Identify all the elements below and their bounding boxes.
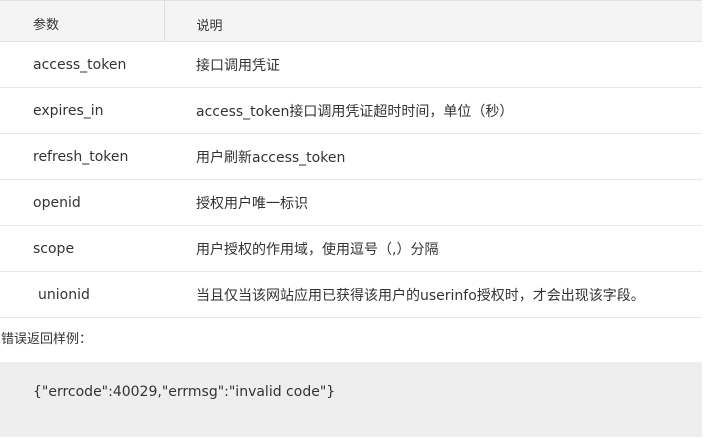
param-name: unionid	[0, 271, 164, 318]
param-desc: 用户刷新access_token	[164, 133, 702, 180]
param-name: access_token	[0, 41, 164, 88]
document: 参数 说明 access_token 接口调用凭证 expires_in acc…	[0, 0, 705, 439]
table-row: scope 用户授权的作用域，使用逗号（,）分隔	[0, 225, 702, 272]
param-desc: 当且仅当该网站应用已获得该用户的userinfo授权时，才会出现该字段。	[164, 271, 702, 318]
table-row: refresh_token 用户刷新access_token	[0, 133, 702, 180]
table-row: unionid 当且仅当该网站应用已获得该用户的userinfo授权时，才会出现…	[0, 271, 702, 318]
table-row: openid 授权用户唯一标识	[0, 179, 702, 226]
param-name: expires_in	[0, 87, 164, 134]
column-header-desc: 说明	[164, 0, 702, 42]
param-desc: access_token接口调用凭证超时时间，单位（秒）	[164, 87, 702, 134]
param-name: refresh_token	[0, 133, 164, 180]
param-name: openid	[0, 179, 164, 226]
error-example-code: {"errcode":40029,"errmsg":"invalid code"…	[0, 362, 702, 437]
column-header-param: 参数	[0, 0, 165, 42]
params-table: 参数 说明 access_token 接口调用凭证 expires_in acc…	[0, 0, 702, 318]
error-example-label: 错误返回样例：	[1, 332, 93, 347]
table-header-row: 参数 说明	[0, 0, 702, 42]
param-desc: 授权用户唯一标识	[164, 179, 702, 226]
param-desc: 接口调用凭证	[164, 41, 702, 88]
param-name: scope	[0, 225, 164, 272]
param-desc: 用户授权的作用域，使用逗号（,）分隔	[164, 225, 702, 272]
table-row: expires_in access_token接口调用凭证超时时间，单位（秒）	[0, 87, 702, 134]
table-row: access_token 接口调用凭证	[0, 41, 702, 88]
